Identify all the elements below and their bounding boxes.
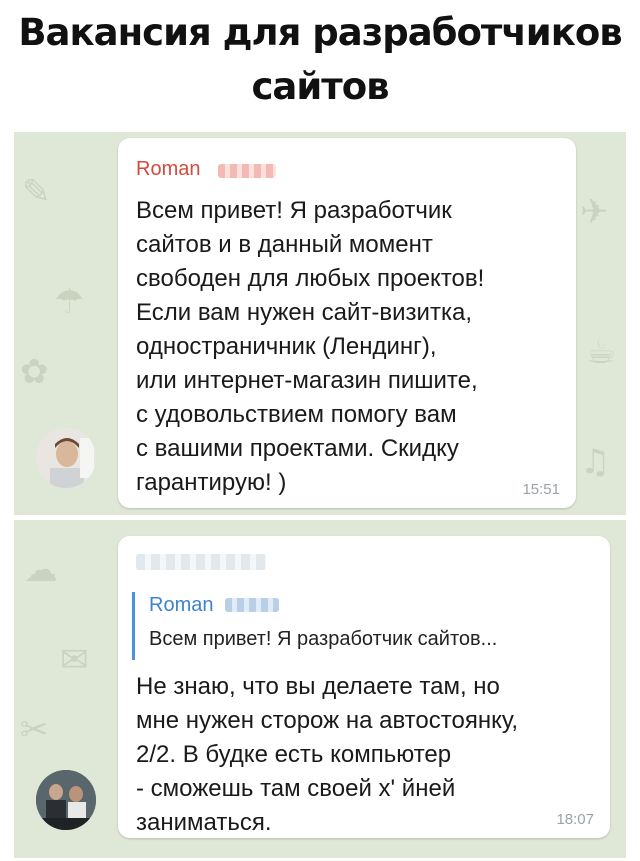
sender-name[interactable]: Roman: [136, 158, 200, 181]
doodle-pattern: ☁: [24, 550, 58, 590]
message-bubble[interactable]: Roman Всем привет! Я разработчик сайтов.…: [118, 536, 610, 838]
message-text: Всем привет! Я разработчик сайтов и в да…: [136, 197, 485, 496]
blurred-sender-name: [136, 554, 266, 570]
message-time: 18:07: [556, 811, 594, 828]
reply-quote[interactable]: Roman Всем привет! Я разработчик сайтов.…: [132, 592, 595, 660]
doodle-pattern: ✿: [20, 352, 49, 392]
doodle-pattern: ☂: [54, 282, 85, 322]
reply-text: Всем привет! Я разработчик сайтов...: [149, 628, 498, 650]
doodle-pattern: ✂: [20, 710, 49, 750]
reply-sender-name: Roman: [149, 594, 214, 616]
blurred-surname: [225, 598, 279, 612]
doodle-pattern: ✎: [22, 172, 51, 212]
avatar[interactable]: [36, 428, 96, 488]
doodle-pattern: ♫: [580, 442, 611, 482]
message-time: 15:51: [522, 481, 560, 498]
message-bubble[interactable]: Roman Всем привет! Я разработчик сайтов …: [118, 138, 576, 508]
blurred-surname: [218, 164, 276, 178]
doodle-pattern: ☕: [586, 332, 617, 372]
headline-line-1: Вакансия для разработчиков: [18, 11, 622, 54]
message-text: Не знаю, что вы делаете там, но мне нуже…: [136, 673, 519, 836]
chat-screenshot-1: ✎ ☂ ✿ ✈ ☕ ♫ Roman Всем привет! Я разрабо…: [14, 132, 626, 515]
chat-screenshot-2: ☁ ✉ ✂ Roman Всем привет! Я разработчик с…: [14, 520, 626, 858]
doodle-pattern: ✉: [60, 640, 89, 680]
doodle-pattern: ✈: [580, 192, 609, 232]
headline: Вакансия для разработчиков сайтов: [0, 6, 640, 114]
headline-line-2: сайтов: [251, 65, 389, 108]
avatar[interactable]: [36, 770, 96, 830]
